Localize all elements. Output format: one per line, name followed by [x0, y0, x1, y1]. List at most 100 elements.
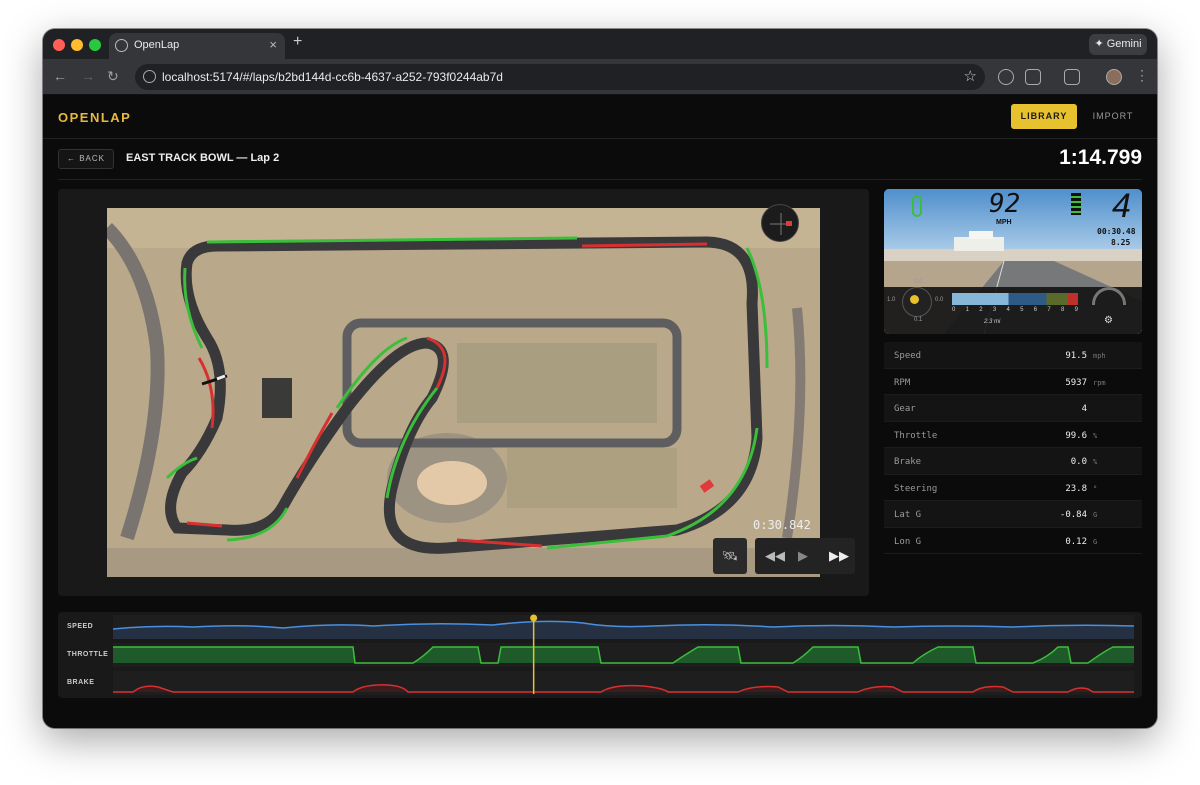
- row-value: 4: [1081, 404, 1087, 414]
- table-row: Brake 0.0%: [884, 448, 1142, 475]
- row-label: RPM: [894, 377, 911, 388]
- header-divider: [43, 138, 1157, 139]
- play-icon[interactable]: ▶: [798, 538, 808, 574]
- rpm-tick: 0: [952, 307, 956, 313]
- compass-icon[interactable]: [761, 204, 799, 242]
- bookmark-star-icon[interactable]: ☆: [964, 67, 977, 85]
- g-label-left: 1.0: [887, 297, 896, 303]
- back-arrow-icon[interactable]: ←: [53, 68, 67, 84]
- traces-svg: [113, 614, 1134, 695]
- telemetry-traces[interactable]: SPEED THROTTLE BRAKE: [58, 612, 1142, 698]
- dash-speed: 92: [989, 189, 1021, 219]
- row-value: 5937: [1065, 377, 1087, 388]
- table-row: Lon G 0.12 G: [884, 528, 1142, 554]
- brand-logo[interactable]: OPENLAP: [58, 110, 131, 125]
- dash-distance: 2.3 mi: [984, 319, 1001, 325]
- url-text: localhost:5174/#/laps/b2bd144d-cc6b-4637…: [162, 70, 503, 84]
- table-row: Throttle 99.6%: [884, 422, 1142, 448]
- row-label: Steering: [894, 483, 938, 494]
- maximize-window-button[interactable]: [89, 39, 101, 51]
- row-label: Lon G: [894, 536, 922, 547]
- dash-gear: 4: [1112, 189, 1131, 225]
- menu-dots-icon[interactable]: ⋮: [1135, 67, 1149, 84]
- new-tab-icon[interactable]: +: [293, 33, 302, 51]
- rewind-icon[interactable]: ◀◀: [765, 538, 785, 574]
- satellite-map-svg: [107, 208, 820, 577]
- g-label-top: 0.0: [914, 279, 923, 285]
- satellite-icon: 🛰: [721, 548, 739, 563]
- playhead-handle[interactable]: [530, 614, 538, 622]
- close-tab-icon[interactable]: ×: [269, 37, 277, 52]
- row-value: -0.84: [1059, 510, 1087, 520]
- g-label-bottom: 0.1: [914, 317, 923, 323]
- gemini-label: Gemini: [1106, 38, 1142, 50]
- row-value: 0.0: [1070, 457, 1087, 467]
- back-button[interactable]: ← BACK: [58, 149, 114, 169]
- row-unit: G: [1093, 511, 1098, 519]
- fast-forward-icon[interactable]: ▶▶: [829, 538, 849, 574]
- row-unit: rpm: [1093, 378, 1106, 387]
- compass-svg: [770, 213, 792, 235]
- browser-window: OpenLap × + ✦ Gemini ← → ↻ localhost:517…: [43, 29, 1157, 728]
- row-label: Gear: [894, 404, 916, 414]
- browser-tab[interactable]: OpenLap ×: [109, 33, 285, 59]
- g-meter-dot: [910, 295, 919, 304]
- row-label: Brake: [894, 457, 922, 467]
- tab-title: OpenLap: [134, 39, 180, 51]
- track-map[interactable]: [107, 208, 820, 577]
- title-divider: [58, 179, 1142, 180]
- rpm-tick: 2: [979, 307, 983, 313]
- dash-speed-unit: MPH: [996, 219, 1012, 226]
- rpm-tick: 5: [1020, 307, 1024, 313]
- puzzle-icon[interactable]: [1025, 69, 1041, 85]
- minimize-window-button[interactable]: [71, 39, 83, 51]
- telemetry-table: Speed 91.5 mph RPM 5937 rpm Gear 4 Throttle 99…: [884, 342, 1142, 554]
- settings-gear-icon[interactable]: ⚙: [1104, 315, 1113, 326]
- satellite-toggle-button[interactable]: 🛰: [713, 538, 747, 574]
- dash-time-2: 8.25: [1111, 238, 1131, 247]
- library-button[interactable]: LIBRARY: [1011, 104, 1077, 129]
- row-unit: G: [1093, 537, 1098, 546]
- openlap-app: OPENLAP LIBRARY IMPORT ← BACK EAST TRACK…: [43, 95, 1157, 728]
- rpm-tick: 4: [1006, 307, 1010, 313]
- reload-icon[interactable]: ↻: [107, 68, 119, 85]
- rpm-ticks: 0 1 2 3 4 5 6 7 8 9: [952, 307, 1078, 313]
- tab-bar: OpenLap × + ✦ Gemini: [43, 29, 1157, 59]
- profile-avatar[interactable]: [1106, 69, 1122, 85]
- row-value: 91.5: [1065, 351, 1087, 361]
- forward-arrow-icon[interactable]: →: [81, 68, 95, 84]
- import-button[interactable]: IMPORT: [1083, 104, 1143, 129]
- speed-trace-label: SPEED: [67, 623, 94, 630]
- rpm-bar: [952, 293, 1078, 305]
- row-value: 99.6: [1065, 430, 1087, 441]
- row-unit: mph: [1093, 352, 1106, 360]
- row-unit: °: [1093, 484, 1098, 493]
- dash-time-1: 00:30.48: [1097, 227, 1136, 236]
- table-row: RPM 5937 rpm: [884, 369, 1142, 395]
- url-bar[interactable]: localhost:5174/#/laps/b2bd144d-cc6b-4637…: [135, 64, 985, 90]
- gear-bar-icon: [1071, 193, 1081, 215]
- lap-time: 1:14.799: [1059, 146, 1142, 169]
- rpm-tick: 9: [1074, 307, 1078, 313]
- row-unit: %: [1093, 431, 1098, 440]
- track-outline-icon: [912, 195, 922, 217]
- globe-icon: [115, 39, 128, 52]
- table-row: Gear 4: [884, 395, 1142, 422]
- playback-controls: ◀◀ ▶ ▶▶: [755, 538, 855, 574]
- rpm-tick: 7: [1047, 307, 1051, 313]
- cast-icon[interactable]: [1064, 69, 1080, 85]
- rpm-tick: 3: [992, 307, 997, 313]
- row-value: 23.8: [1065, 483, 1087, 494]
- table-row: Steering 23.8 °: [884, 475, 1142, 501]
- throttle-trace-label: THROTTLE: [67, 651, 109, 658]
- playback-time: 0:30.842: [753, 518, 811, 532]
- extension-icon[interactable]: [998, 69, 1014, 85]
- site-info-icon[interactable]: [143, 70, 156, 83]
- row-label: Throttle: [894, 430, 938, 441]
- row-value: 0.12: [1065, 536, 1087, 547]
- close-window-button[interactable]: [53, 39, 65, 51]
- gemini-button[interactable]: ✦ Gemini: [1089, 34, 1147, 55]
- rpm-tick: 6: [1033, 307, 1038, 313]
- row-label: Lat G: [894, 510, 922, 520]
- lap-title: EAST TRACK BOWL — Lap 2: [126, 152, 280, 164]
